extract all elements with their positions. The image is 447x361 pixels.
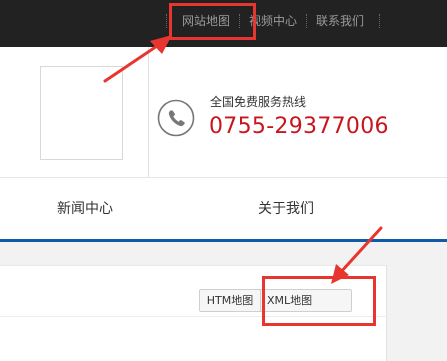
video-center-link[interactable]: 视频中心 bbox=[240, 12, 306, 30]
sitemap-panel bbox=[0, 265, 387, 361]
html-sitemap-button[interactable]: HTM地图 bbox=[199, 289, 261, 312]
sitemap-link[interactable]: 网站地图 bbox=[167, 12, 239, 30]
site-header: 全国免费服务热线 0755-29377006 bbox=[0, 47, 447, 177]
top-bar: 网站地图 视频中心 联系我们 bbox=[0, 0, 447, 47]
separator bbox=[379, 14, 381, 28]
panel-divider bbox=[0, 316, 387, 317]
xml-sitemap-button[interactable]: XML地图 bbox=[260, 289, 352, 312]
nav-item-news[interactable]: 新闻中心 bbox=[57, 200, 113, 218]
main-nav: 新闻中心 关于我们 bbox=[0, 177, 447, 239]
hotline-label: 全国免费服务热线 bbox=[210, 95, 307, 109]
top-links: 网站地图 视频中心 联系我们 bbox=[166, 12, 381, 30]
header-divider bbox=[148, 47, 149, 177]
nav-item-about[interactable]: 关于我们 bbox=[258, 200, 314, 218]
hotline-number: 0755-29377006 bbox=[209, 114, 389, 139]
logo-placeholder[interactable] bbox=[40, 66, 123, 160]
phone-icon bbox=[157, 99, 195, 137]
contact-us-link[interactable]: 联系我们 bbox=[307, 12, 373, 30]
